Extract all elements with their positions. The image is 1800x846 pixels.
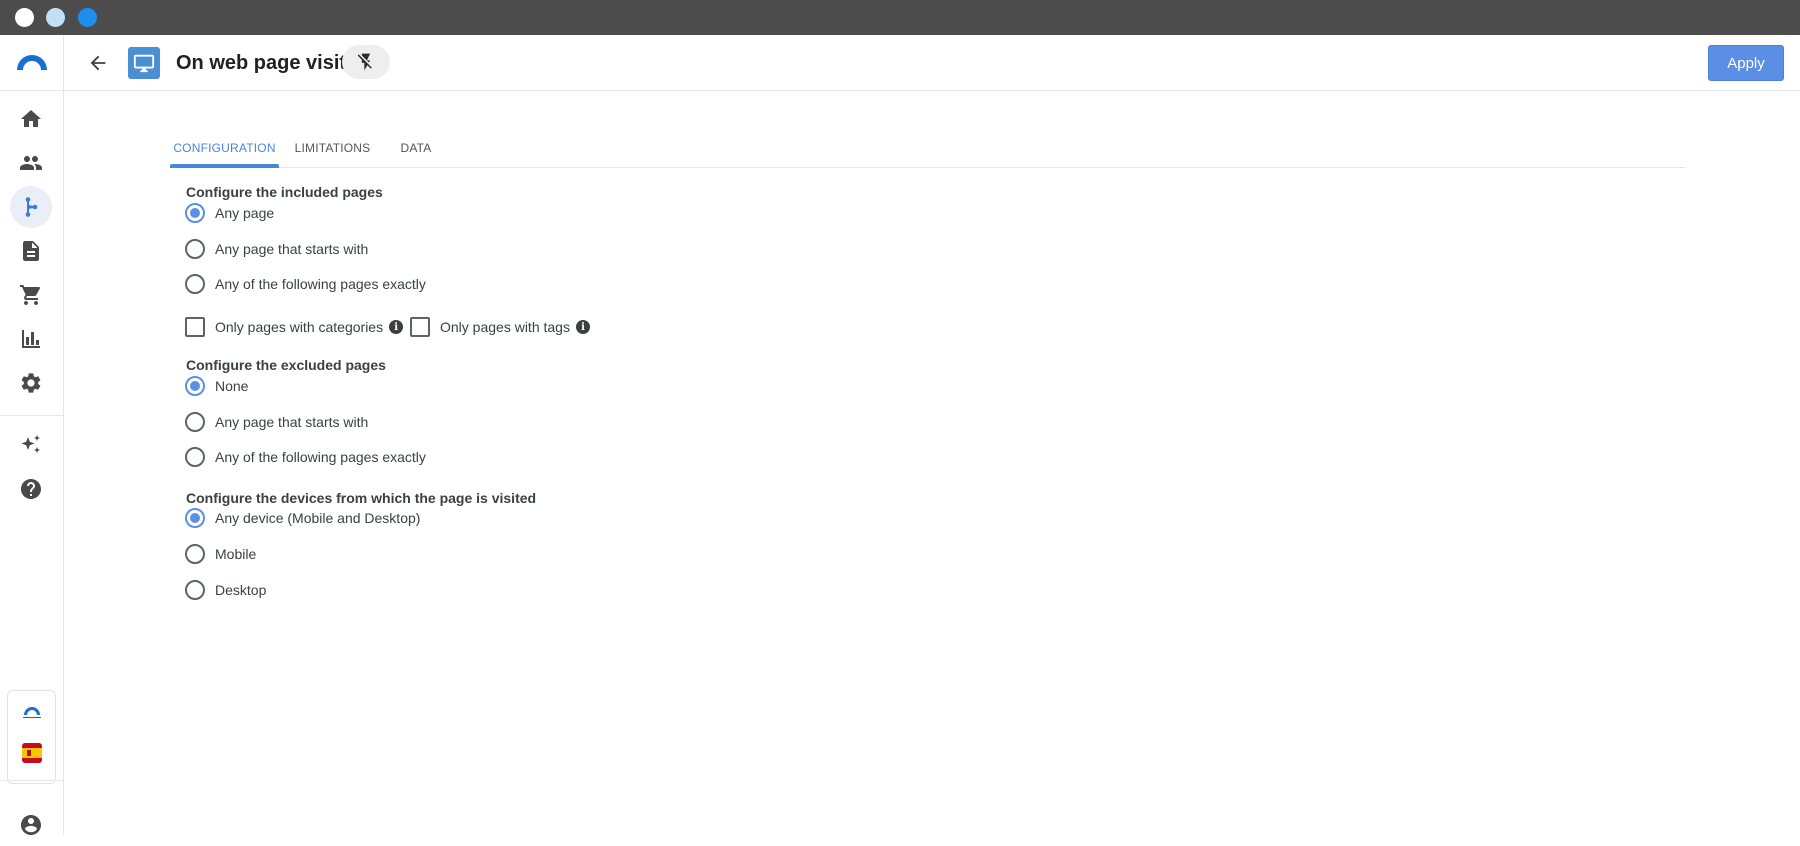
option-label: Only pages with categories xyxy=(215,319,384,335)
device-mobile-option[interactable]: Mobile xyxy=(185,543,256,565)
device-any-option[interactable]: Any device (Mobile and Desktop) xyxy=(185,507,420,529)
info-icon[interactable]: i xyxy=(389,320,404,334)
option-label: Any of the following pages exactly xyxy=(215,276,426,292)
devices-heading: Configure the devices from which the pag… xyxy=(186,490,537,506)
included-pages-heading: Configure the included pages xyxy=(186,184,383,200)
excluded-none-option[interactable]: None xyxy=(185,375,248,397)
radio-button[interactable] xyxy=(185,544,205,564)
realtime-toggle-button[interactable] xyxy=(342,45,390,79)
monitor-icon xyxy=(133,54,155,73)
home-icon xyxy=(21,110,41,127)
tab-data[interactable]: DATA xyxy=(386,128,446,168)
back-button[interactable] xyxy=(82,47,114,79)
sidebar-item-ai[interactable] xyxy=(10,424,52,466)
info-icon[interactable]: i xyxy=(575,320,590,334)
connectif-logo-icon[interactable] xyxy=(20,703,44,721)
people-icon xyxy=(20,156,42,170)
tags-checkbox[interactable] xyxy=(410,317,430,337)
option-label: Desktop xyxy=(215,582,267,598)
excluded-starts-with-option[interactable]: Any page that starts with xyxy=(185,411,368,433)
included-exact-pages-option[interactable]: Any of the following pages exactly xyxy=(185,273,426,295)
tags-filter-option[interactable]: Only pages with tags i xyxy=(410,316,590,338)
device-desktop-option[interactable]: Desktop xyxy=(185,579,266,601)
radio-button[interactable] xyxy=(185,508,205,528)
sidebar xyxy=(0,35,64,835)
radio-button[interactable] xyxy=(185,447,205,467)
gear-icon xyxy=(21,373,41,393)
connectif-logo-icon[interactable] xyxy=(14,49,50,73)
account-switcher xyxy=(7,690,56,784)
radio-button[interactable] xyxy=(185,580,205,600)
window-minimize-button[interactable] xyxy=(46,8,65,27)
option-label: Any page xyxy=(215,205,275,221)
sidebar-item-reports[interactable] xyxy=(10,318,52,360)
window-titlebar xyxy=(0,0,1800,35)
help-icon xyxy=(21,479,41,499)
page-title: On web page visit xyxy=(176,52,347,74)
radio-button[interactable] xyxy=(185,376,205,396)
document-icon xyxy=(23,241,39,261)
excluded-pages-heading: Configure the excluded pages xyxy=(186,357,386,373)
option-label: Any device (Mobile and Desktop) xyxy=(215,510,421,526)
categories-checkbox[interactable] xyxy=(185,317,205,337)
trigger-type-badge xyxy=(128,47,160,79)
option-label: Mobile xyxy=(215,546,257,562)
page-header: On web page visit Apply xyxy=(64,35,1800,91)
included-any-page-option[interactable]: Any page xyxy=(185,202,274,224)
option-label: Only pages with tags xyxy=(440,319,570,335)
account-circle-icon xyxy=(21,815,41,835)
sidebar-item-store[interactable] xyxy=(10,274,52,316)
sidebar-item-settings[interactable] xyxy=(10,362,52,404)
tab-configuration[interactable]: CONFIGURATION xyxy=(170,128,279,168)
tab-bar: CONFIGURATION LIMITATIONS DATA xyxy=(170,128,1685,168)
chart-icon xyxy=(22,330,40,348)
spain-flag-icon[interactable] xyxy=(22,743,42,763)
radio-button[interactable] xyxy=(185,203,205,223)
tab-limitations[interactable]: LIMITATIONS xyxy=(281,128,384,168)
option-label: Any page that starts with xyxy=(215,414,369,430)
cart-icon xyxy=(20,285,41,305)
sidebar-item-workflows[interactable] xyxy=(10,186,52,228)
option-label: Any page that starts with xyxy=(215,241,369,257)
flow-icon xyxy=(25,197,38,217)
arrow-back-icon xyxy=(90,55,106,71)
sidebar-item-home[interactable] xyxy=(10,98,52,140)
categories-filter-option[interactable]: Only pages with categories i xyxy=(185,316,404,338)
sidebar-item-account[interactable] xyxy=(10,804,52,846)
radio-button[interactable] xyxy=(185,274,205,294)
included-starts-with-option[interactable]: Any page that starts with xyxy=(185,238,368,260)
active-tab-indicator xyxy=(170,164,279,168)
option-label: None xyxy=(215,378,249,394)
flash-off-icon xyxy=(357,53,372,71)
option-label: Any of the following pages exactly xyxy=(215,449,426,465)
sparkle-icon xyxy=(21,435,40,453)
sidebar-item-content[interactable] xyxy=(10,230,52,272)
sidebar-item-help[interactable] xyxy=(10,468,52,510)
radio-button[interactable] xyxy=(185,412,205,432)
apply-button[interactable]: Apply xyxy=(1708,45,1784,81)
window-close-button[interactable] xyxy=(15,8,34,27)
excluded-exact-pages-option[interactable]: Any of the following pages exactly xyxy=(185,446,426,468)
sidebar-item-contacts[interactable] xyxy=(10,142,52,184)
radio-button[interactable] xyxy=(185,239,205,259)
window-maximize-button[interactable] xyxy=(78,8,97,27)
